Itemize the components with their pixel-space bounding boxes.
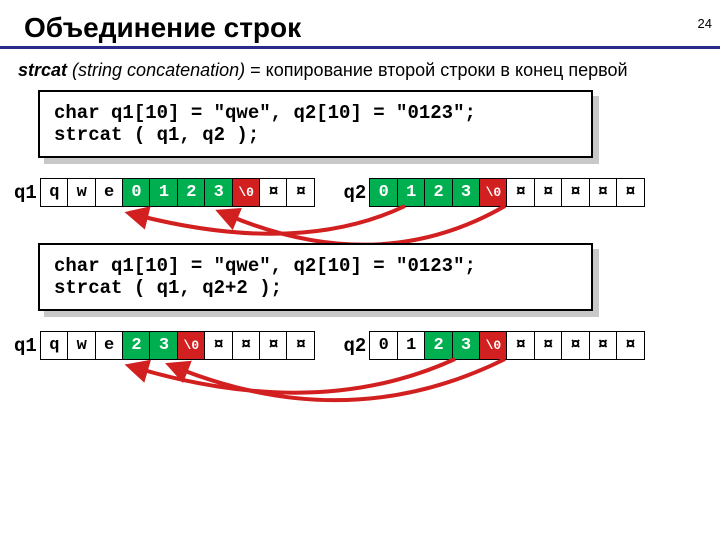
diagram-1: q1 qwe0123\0¤¤ q2 0123\0¤¤¤¤¤ — [0, 178, 720, 207]
cell: ¤ — [286, 178, 315, 207]
cell: 1 — [149, 178, 178, 207]
cell: ¤ — [204, 331, 233, 360]
cell: 3 — [149, 331, 178, 360]
code1-line1: char q1[10] = "qwe", q2[10] = "0123"; — [54, 102, 476, 124]
lead-rest: = копирование второй строки в конец перв… — [245, 60, 627, 80]
cell: ¤ — [259, 331, 288, 360]
cell: ¤ — [534, 331, 563, 360]
lead-fn: strcat — [18, 60, 67, 80]
lead-paren: (string concatenation) — [72, 60, 245, 80]
cell: \0 — [232, 178, 261, 207]
cell: ¤ — [534, 178, 563, 207]
cell: w — [67, 331, 96, 360]
cell: 0 — [369, 178, 398, 207]
q1-cells-2: qwe23\0¤¤¤¤ — [40, 331, 316, 360]
cell: ¤ — [561, 178, 590, 207]
cell: ¤ — [506, 178, 535, 207]
cell: 3 — [452, 178, 481, 207]
cell: e — [95, 331, 124, 360]
cell: \0 — [177, 331, 206, 360]
cell: 0 — [122, 178, 151, 207]
cell: 1 — [397, 178, 426, 207]
code2-line1: char q1[10] = "qwe", q2[10] = "0123"; — [54, 255, 476, 277]
cell: 2 — [177, 178, 206, 207]
q1-label: q1 — [14, 182, 37, 204]
cell: q — [40, 331, 69, 360]
cell: ¤ — [589, 178, 618, 207]
q2-cells-2: 0123\0¤¤¤¤¤ — [369, 331, 645, 360]
cell: w — [67, 178, 96, 207]
code-block-2: char q1[10] = "qwe", q2[10] = "0123"; st… — [38, 243, 593, 311]
q2-label-2: q2 — [343, 335, 366, 357]
cell: 0 — [369, 331, 398, 360]
cell: \0 — [479, 331, 508, 360]
q1-label-2: q1 — [14, 335, 37, 357]
code-block-1: char q1[10] = "qwe", q2[10] = "0123"; st… — [38, 90, 593, 158]
q2-label: q2 — [343, 182, 366, 204]
cell: 1 — [397, 331, 426, 360]
lead-text: strcat (string concatenation) = копирова… — [18, 59, 702, 82]
cell: 2 — [424, 178, 453, 207]
diagram-2: q1 qwe23\0¤¤¤¤ q2 0123\0¤¤¤¤¤ — [0, 331, 720, 360]
cell: 2 — [122, 331, 151, 360]
code2-line2: strcat ( q1, q2+2 ); — [54, 277, 282, 299]
cell: ¤ — [616, 331, 645, 360]
cell: ¤ — [589, 331, 618, 360]
cell: e — [95, 178, 124, 207]
cell: 3 — [452, 331, 481, 360]
cell: ¤ — [561, 331, 590, 360]
code1-line2: strcat ( q1, q2 ); — [54, 124, 259, 146]
page-number: 24 — [698, 16, 712, 31]
cell: 3 — [204, 178, 233, 207]
cell: ¤ — [259, 178, 288, 207]
page-title: Объединение строк — [24, 12, 720, 44]
q1-cells: qwe0123\0¤¤ — [40, 178, 316, 207]
cell: ¤ — [616, 178, 645, 207]
cell: ¤ — [506, 331, 535, 360]
cell: ¤ — [232, 331, 261, 360]
cell: 2 — [424, 331, 453, 360]
cell: \0 — [479, 178, 508, 207]
cell: q — [40, 178, 69, 207]
title-rule — [0, 46, 720, 49]
cell: ¤ — [286, 331, 315, 360]
q2-cells: 0123\0¤¤¤¤¤ — [369, 178, 645, 207]
